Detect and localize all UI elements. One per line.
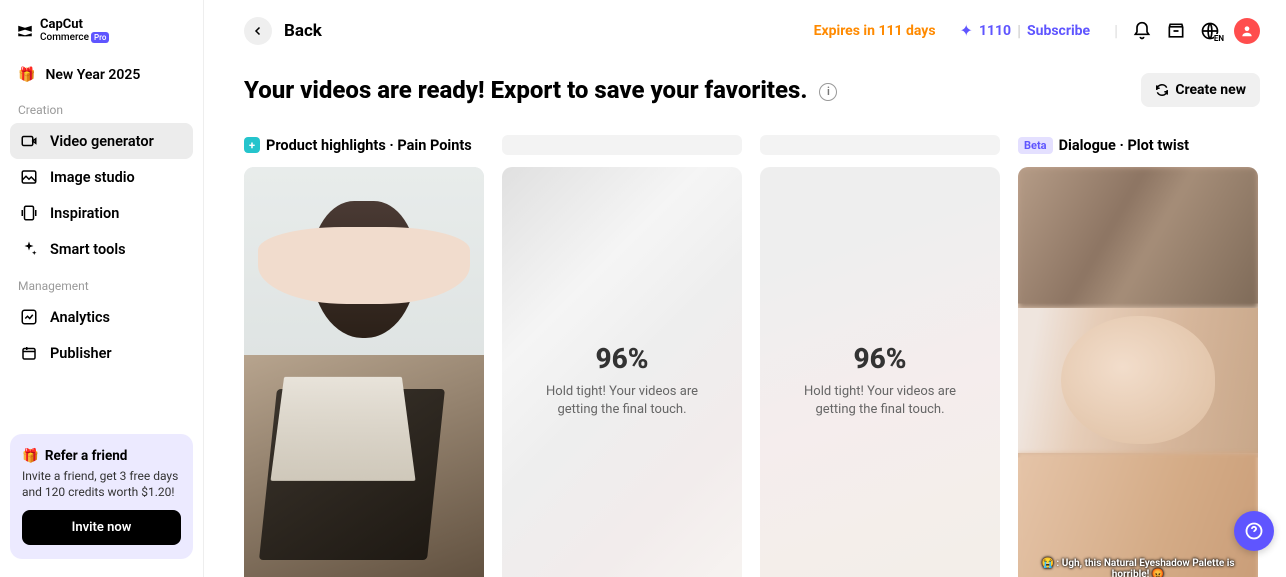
brand-sub: CommercePro — [40, 32, 109, 43]
video-card: 96% Hold tight! Your videos are getting … — [760, 135, 1000, 577]
video-card: Beta Dialogue · Plot twist ⋈ CapCut Comm… — [1018, 135, 1258, 577]
inspiration-icon — [20, 204, 38, 222]
video-card: + Product highlights · Pain Points ⋈ Cap… — [244, 135, 484, 577]
sidebar-item-label: Publisher — [50, 345, 112, 362]
brand-name: CapCut — [40, 18, 109, 32]
video-caption: 😭 : Ugh, this Natural Eyeshadow Palette … — [1018, 558, 1258, 577]
sidebar-item-video-generator[interactable]: Video generator — [10, 123, 193, 159]
sidebar-item-image-studio[interactable]: Image studio — [10, 159, 193, 195]
sidebar-item-smart-tools[interactable]: Smart tools — [10, 231, 193, 267]
sidebar-item-label: New Year 2025 — [45, 67, 140, 83]
image-icon — [20, 168, 38, 186]
brand-logo[interactable]: CapCut CommercePro — [10, 18, 193, 43]
sidebar-item-label: Analytics — [50, 309, 110, 326]
video-loading: 96% Hold tight! Your videos are getting … — [502, 167, 742, 577]
sparkle-icon — [20, 240, 38, 258]
section-header-management: Management — [10, 267, 193, 299]
credits-count: 1110 — [979, 23, 1011, 39]
capcut-logo-icon — [16, 22, 34, 40]
video-card: 96% Hold tight! Your videos are getting … — [502, 135, 742, 577]
beta-badge: Beta — [1018, 137, 1053, 154]
back-button[interactable] — [244, 17, 272, 45]
sidebar-item-label: Smart tools — [50, 241, 126, 258]
info-icon[interactable]: i — [819, 83, 837, 101]
video-thumbnail[interactable]: ⋈ CapCut Commerce 😭 : Ugh, this Natural … — [1018, 167, 1258, 577]
bell-icon[interactable] — [1132, 21, 1152, 41]
analytics-icon — [20, 308, 38, 326]
card-title-skeleton — [760, 135, 1000, 155]
credits-pill[interactable]: ✦ 1110 | Subscribe — [950, 16, 1101, 45]
topbar: Back Expires in 111 days ✦ 1110 | Subscr… — [244, 16, 1260, 45]
main-content: Back Expires in 111 days ✦ 1110 | Subscr… — [204, 0, 1286, 577]
video-thumbnail[interactable]: ⋈ CapCut Commerce — [244, 167, 484, 577]
subscribe-link[interactable]: Subscribe — [1027, 23, 1090, 39]
video-loading: 96% Hold tight! Your videos are getting … — [760, 167, 1000, 577]
progress-percent: 96% — [853, 342, 906, 375]
section-header-creation: Creation — [10, 91, 193, 123]
refer-desc: Invite a friend, get 3 free days and 120… — [22, 468, 181, 500]
progress-status: Hold tight! Your videos are getting the … — [502, 383, 742, 419]
sidebar-item-label: Video generator — [50, 133, 154, 150]
refer-card: 🎁Refer a friend Invite a friend, get 3 f… — [10, 434, 193, 559]
pro-badge: Pro — [91, 32, 109, 43]
sidebar-item-inspiration[interactable]: Inspiration — [10, 195, 193, 231]
invite-button[interactable]: Invite now — [22, 510, 181, 545]
sparkle-icon: ✦ — [960, 21, 973, 40]
page-title: Your videos are ready! Export to save yo… — [244, 76, 837, 104]
plus-badge-icon: + — [244, 137, 260, 153]
avatar[interactable] — [1234, 18, 1260, 44]
help-icon — [1244, 521, 1264, 541]
progress-status: Hold tight! Your videos are getting the … — [760, 383, 1000, 419]
create-new-button[interactable]: Create new — [1141, 73, 1260, 107]
card-title-skeleton — [502, 135, 742, 155]
sidebar: CapCut CommercePro 🎁 New Year 2025 Creat… — [0, 0, 204, 577]
progress-percent: 96% — [595, 342, 648, 375]
expires-label: Expires in 111 days — [814, 23, 936, 39]
sidebar-item-label: Image studio — [50, 169, 135, 186]
chevron-left-icon — [252, 25, 264, 37]
card-title: + Product highlights · Pain Points — [244, 135, 484, 155]
video-icon — [20, 132, 38, 150]
refresh-icon — [1155, 83, 1169, 97]
refer-title: 🎁Refer a friend — [22, 448, 181, 464]
publisher-icon — [20, 344, 38, 362]
video-results-row: + Product highlights · Pain Points ⋈ Cap… — [244, 135, 1260, 577]
language-icon[interactable]: EN — [1200, 21, 1220, 41]
archive-icon[interactable] — [1166, 21, 1186, 41]
sidebar-item-newyear[interactable]: 🎁 New Year 2025 — [10, 59, 193, 91]
sidebar-item-publisher[interactable]: Publisher — [10, 335, 193, 371]
gift-icon: 🎁 — [18, 67, 35, 83]
sidebar-item-label: Inspiration — [50, 205, 119, 222]
back-label: Back — [284, 21, 322, 41]
card-title: Beta Dialogue · Plot twist — [1018, 135, 1258, 155]
sidebar-item-analytics[interactable]: Analytics — [10, 299, 193, 335]
help-button[interactable] — [1234, 511, 1274, 551]
gift-icon: 🎁 — [22, 448, 39, 464]
